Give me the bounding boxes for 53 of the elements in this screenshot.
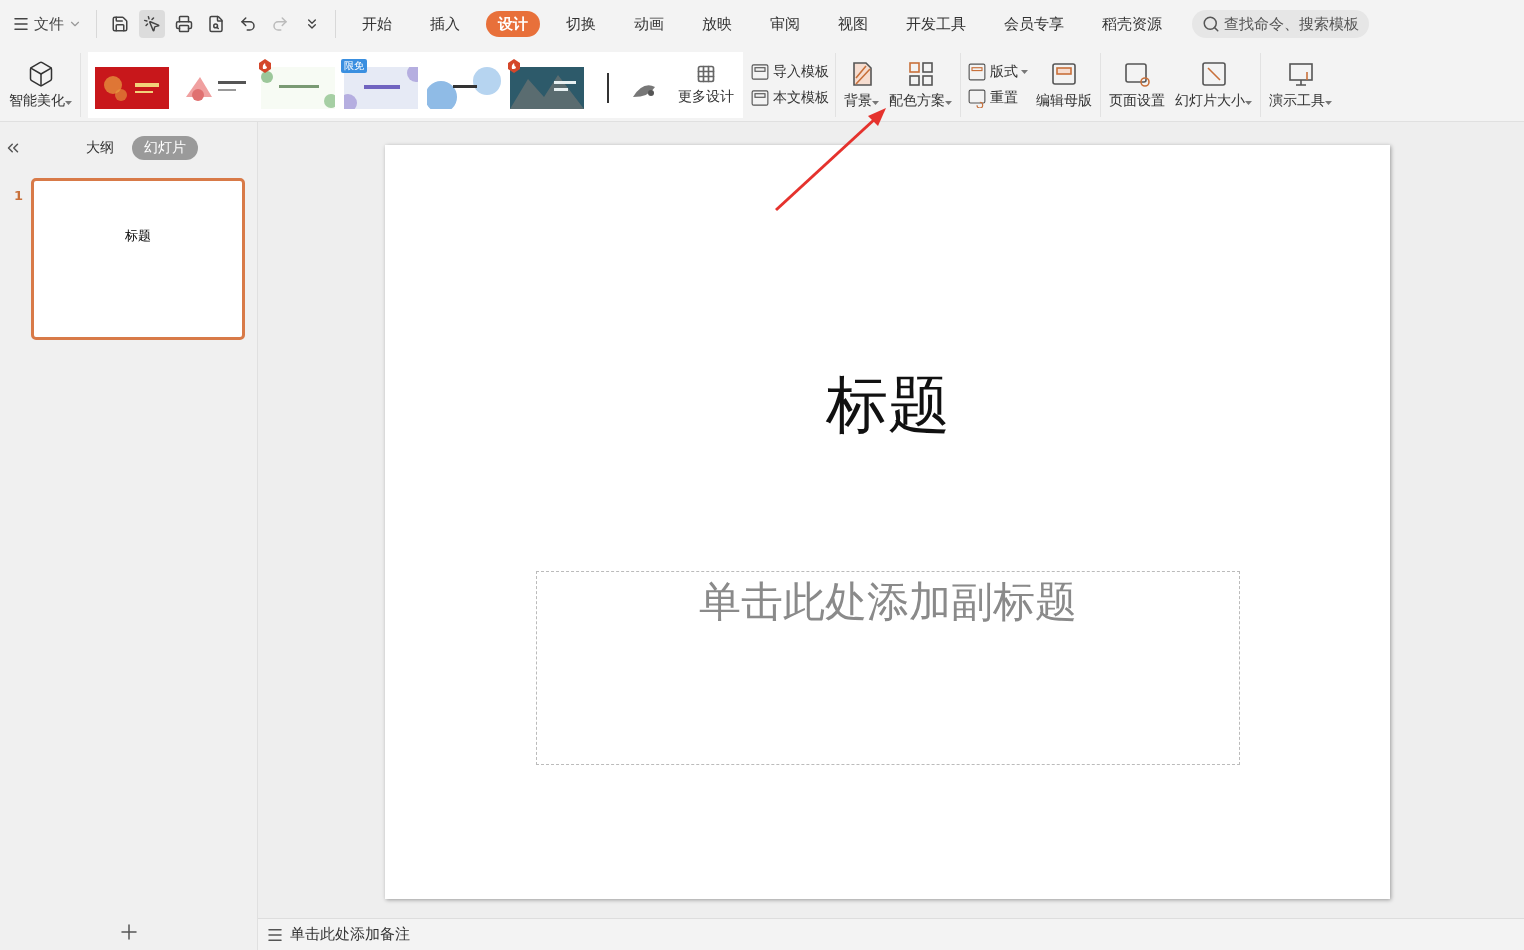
edit-master-button[interactable]: 编辑母版 [1031,57,1097,112]
slide-thumbnail[interactable]: 标题 [31,178,246,340]
template-thumbnail[interactable] [258,58,338,111]
grid-icon [696,63,716,84]
undo-icon [239,15,257,33]
reset-button[interactable]: 重置 [964,86,1031,109]
more-designs-button[interactable]: 更多设计 [673,61,739,108]
thumbnail-title: 标题 [125,227,152,243]
printer-icon [175,15,193,33]
view-tab[interactable]: 大纲 [74,136,126,160]
template-button[interactable]: 本文模板 [747,86,832,109]
resize-icon [1199,59,1228,88]
layout-icon [967,61,987,82]
ribbon-tab[interactable]: 切换 [554,11,608,37]
search-icon [1202,15,1220,33]
presentation-tools-button[interactable]: 演示工具 [1264,57,1337,112]
template-button[interactable]: 导入模板 [747,60,832,83]
file-menu[interactable]: 文件 [8,10,86,38]
search-placeholder: 查找命令、搜索模板 [1224,14,1359,34]
search-field[interactable]: 查找命令、搜索模板 [1192,10,1369,38]
flame-badge-icon [507,58,521,73]
redo-icon [271,15,289,33]
ribbon-tab[interactable]: 放映 [690,11,744,37]
reset-icon [967,87,987,108]
ribbon-tab[interactable]: 稻壳资源 [1090,11,1174,37]
slide-size-button[interactable]: 幻灯片大小 [1170,57,1257,112]
ribbon-tab[interactable]: 会员专享 [992,11,1076,37]
promo-badge: 限免 [341,58,367,73]
ribbon-tab[interactable]: 视图 [826,11,880,37]
notes-placeholder[interactable]: 单击此处添加备注 [290,925,410,944]
ribbon-tab[interactable]: 开发工具 [894,11,978,37]
file-search-icon [207,15,225,33]
ribbon-tab[interactable]: 插入 [418,11,472,37]
subtitle-placeholder: 单击此处添加副标题 [698,576,1077,628]
page-setup-button[interactable]: 页面设置 [1104,57,1170,112]
flame-badge-icon [258,58,272,73]
ribbon-tab[interactable]: 动画 [622,11,676,37]
menu-icon [12,15,30,33]
slide-number: 1 [14,188,24,205]
smart-beautify-button[interactable]: 智能美化 [4,57,77,112]
color-scheme-button[interactable]: 配色方案 [884,57,957,112]
background-button[interactable]: 背景 [839,57,884,112]
ribbon-tab[interactable]: 审阅 [758,11,812,37]
layout-button[interactable]: 版式 [964,60,1031,83]
template-icon [750,87,770,108]
pointer-icon [143,15,161,33]
template-icon [750,61,770,82]
save-icon [111,15,129,33]
squares-icon [906,59,935,88]
format-painter-button[interactable] [139,10,165,38]
template-thumbnail[interactable] [507,58,587,111]
ribbon-tab[interactable]: 开始 [350,11,404,37]
slide-title[interactable]: 标题 [825,363,950,443]
